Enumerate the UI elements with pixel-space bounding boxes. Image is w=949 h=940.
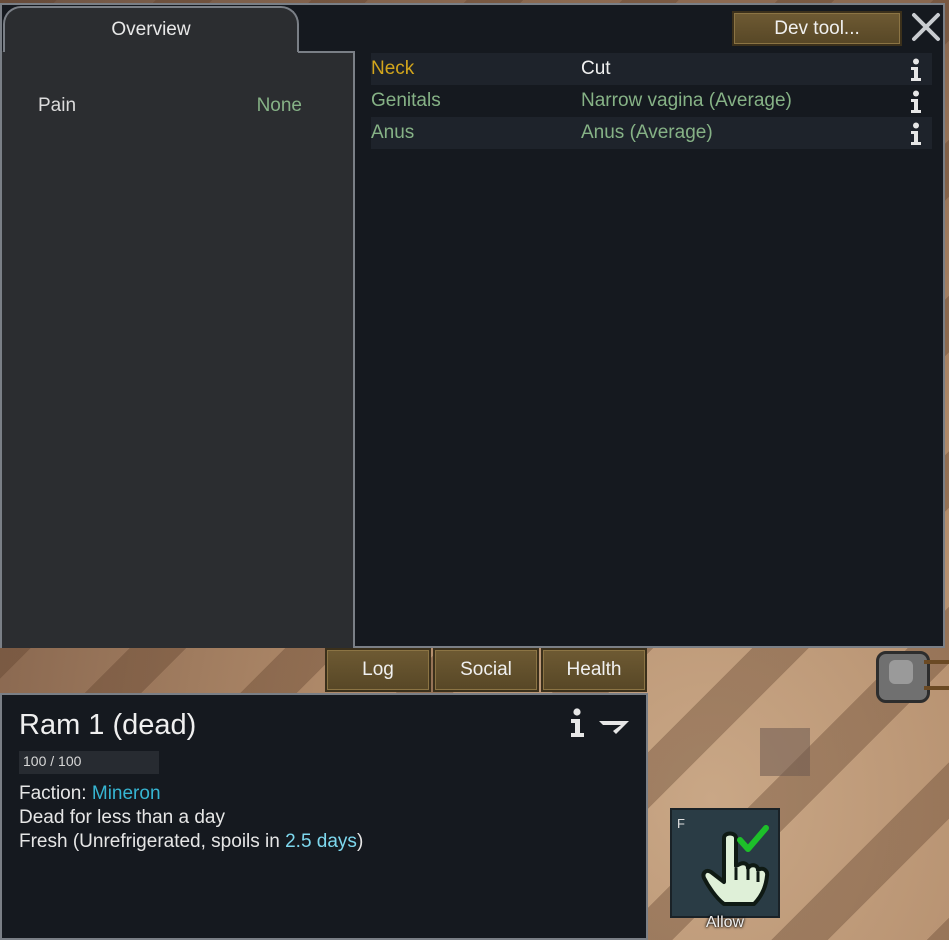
info-icon[interactable] <box>568 708 586 738</box>
faction-label: Faction: <box>19 783 92 804</box>
table-row[interactable]: Genitals Narrow vagina (Average) <box>371 85 932 117</box>
health-window: Pain None Overview Dev tool... Neck Cut … <box>0 3 945 648</box>
body-part-condition: Narrow vagina (Average) <box>581 90 792 111</box>
body-part-name: Anus <box>371 122 415 143</box>
rot-status-prefix: Fresh (Unrefrigerated, spoils in <box>19 831 286 852</box>
body-part-name: Neck <box>371 58 415 79</box>
tab-health[interactable]: Health <box>541 648 647 692</box>
map-stone-chunk[interactable] <box>876 651 930 703</box>
hit-points-text: 100 / 100 <box>23 753 82 769</box>
status-line: Dead for less than a day <box>19 807 225 828</box>
inspect-pane: Ram 1 (dead) 100 / 100 Faction: Mineron … <box>0 693 648 940</box>
info-icon[interactable] <box>908 122 924 146</box>
map-fence <box>924 660 949 690</box>
stat-label: Pain <box>38 95 77 116</box>
body-part-condition: Cut <box>581 58 611 79</box>
allow-gizmo-button[interactable]: F <box>670 808 780 918</box>
body-part-condition: Anus (Average) <box>581 122 713 143</box>
info-icon[interactable] <box>908 90 924 114</box>
rot-status-line: Fresh (Unrefrigerated, spoils in 2.5 day… <box>19 831 363 853</box>
body-parts-table: Neck Cut Genitals Narrow vagina (Average… <box>371 53 932 149</box>
gizmo-label: Allow <box>705 914 745 931</box>
map-shadow <box>760 728 810 776</box>
body-part-name: Genitals <box>371 90 441 111</box>
dev-tool-button[interactable]: Dev tool... <box>732 11 902 46</box>
stat-value: None <box>256 95 302 116</box>
hit-points-bar: 100 / 100 <box>19 751 159 774</box>
spoil-time: 2.5 days <box>285 831 357 852</box>
rot-status-suffix: ) <box>356 831 364 852</box>
tab-log[interactable]: Log <box>325 648 431 692</box>
inspect-title: Ram 1 (dead) <box>19 709 197 741</box>
tab-social[interactable]: Social <box>433 648 539 692</box>
overview-panel: Pain None <box>2 51 355 648</box>
faction-line: Faction: Mineron <box>19 783 161 805</box>
faction-link[interactable]: Mineron <box>92 783 161 804</box>
gizmo-hotkey: F <box>677 816 685 831</box>
table-row[interactable]: Anus Anus (Average) <box>371 117 932 149</box>
tab-overview[interactable]: Overview <box>3 6 299 52</box>
info-icon[interactable] <box>908 58 924 82</box>
collapse-arrow-icon[interactable] <box>597 717 631 737</box>
close-icon[interactable] <box>909 10 943 44</box>
table-row[interactable]: Neck Cut <box>371 53 932 85</box>
hand-pointer-check-icon <box>701 825 770 906</box>
